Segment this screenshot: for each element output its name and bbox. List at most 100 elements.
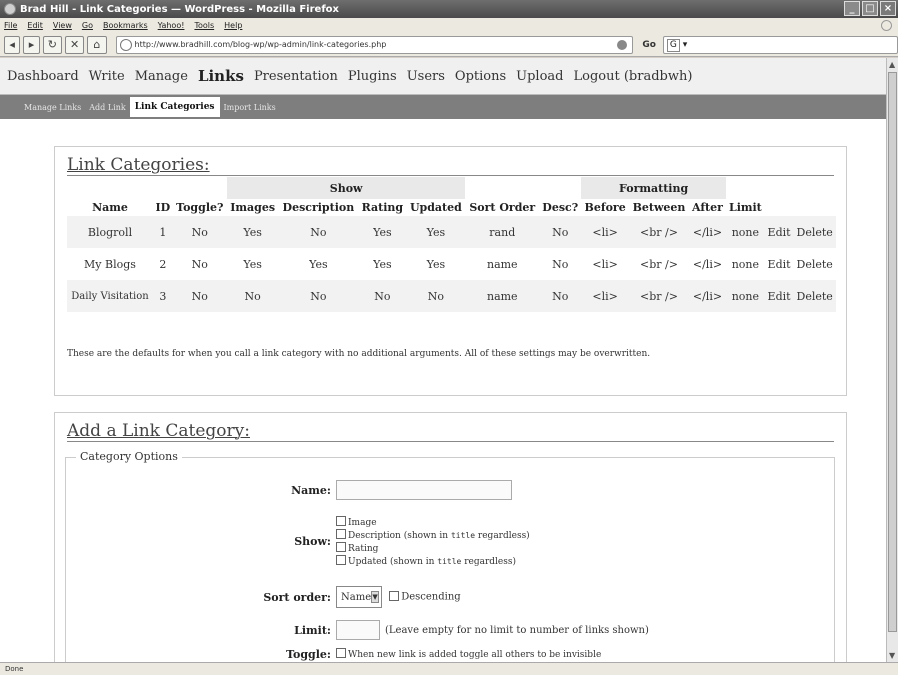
submenu-import-links[interactable]: Import Links — [220, 103, 280, 112]
edit-link[interactable]: Edit — [764, 216, 794, 248]
vertical-scrollbar[interactable]: ▲ ▼ — [886, 58, 898, 662]
show-image-checkbox[interactable] — [336, 516, 346, 526]
home-icon: ⌂ — [93, 37, 101, 51]
back-button[interactable]: ◂ — [4, 35, 21, 54]
submenu-add-link[interactable]: Add Link — [85, 103, 129, 112]
show-image-option: Image — [336, 516, 530, 529]
cell-images: Yes — [226, 216, 279, 248]
cell-id: 3 — [153, 280, 173, 312]
add-category-heading: Add a Link Category: — [67, 421, 250, 441]
show-image-label: Image — [348, 518, 377, 528]
edit-link[interactable]: Edit — [765, 248, 794, 280]
minimize-button[interactable]: _ — [844, 1, 860, 16]
edit-link[interactable]: Edit — [764, 280, 794, 312]
reload-icon: ↻ — [47, 37, 57, 51]
chevron-down-icon[interactable]: ▼ — [371, 591, 379, 603]
maximize-button[interactable]: □ — [862, 1, 878, 16]
scrollbar-thumb[interactable] — [888, 72, 897, 632]
blank-header — [67, 177, 227, 199]
col-id: ID — [155, 201, 171, 214]
show-rating-checkbox[interactable] — [336, 542, 346, 552]
cell-limit: none — [731, 257, 760, 271]
menu-users[interactable]: Users — [402, 69, 450, 84]
show-updated-checkbox[interactable] — [336, 555, 346, 565]
window-title: Brad Hill - Link Categories — WordPress … — [20, 3, 339, 15]
menu-help[interactable]: Help — [224, 21, 242, 30]
col-limit: Limit — [728, 201, 762, 214]
search-engine-icon[interactable]: G — [666, 38, 680, 52]
window-titlebar: Brad Hill - Link Categories — WordPress … — [0, 0, 898, 18]
url-text: http://www.bradhill.com/blog-wp/wp-admin… — [134, 40, 387, 49]
delete-link[interactable]: Delete — [793, 248, 836, 280]
search-engine-dropdown-icon[interactable]: ▾ — [680, 40, 688, 50]
menu-links[interactable]: Links — [193, 67, 249, 85]
show-description-checkbox[interactable] — [336, 529, 346, 539]
cell-description: No — [278, 216, 359, 248]
scroll-down-icon[interactable]: ▼ — [889, 651, 895, 660]
menu-edit[interactable]: Edit — [27, 21, 43, 30]
delete-link[interactable]: Delete — [793, 280, 836, 312]
table-row: My Blogs 2 No Yes Yes Yes Yes name No <l… — [67, 248, 836, 280]
sort-order-select[interactable]: Name ▼ — [336, 586, 382, 608]
submenu-manage-links[interactable]: Manage Links — [20, 103, 85, 112]
menu-tools[interactable]: Tools — [194, 21, 214, 30]
menu-dashboard[interactable]: Dashboard — [2, 69, 84, 84]
cell-limit: none — [725, 216, 765, 248]
show-group-header: Show — [226, 177, 466, 199]
go-arrow-icon[interactable] — [617, 39, 628, 50]
page-viewport: Dashboard Write Manage Links Presentatio… — [0, 58, 886, 662]
back-arrow-icon: ◂ — [9, 37, 15, 51]
menu-plugins[interactable]: Plugins — [343, 69, 402, 84]
scroll-up-icon[interactable]: ▲ — [889, 60, 895, 69]
show-description-label-post: regardless) — [475, 531, 530, 541]
menu-presentation[interactable]: Presentation — [249, 69, 343, 84]
menu-bookmarks[interactable]: Bookmarks — [103, 21, 148, 30]
cell-rating: Yes — [373, 257, 392, 271]
menu-go[interactable]: Go — [82, 21, 93, 30]
cell-after: </li> — [689, 280, 726, 312]
forward-arrow-icon: ▸ — [28, 37, 35, 51]
search-field[interactable]: G ▾ — [662, 35, 898, 54]
cell-desc: No — [539, 280, 582, 312]
cell-between: <br /> — [640, 257, 678, 271]
status-bar: Done — [0, 662, 898, 675]
toggle-controls: When new link is added toggle all others… — [336, 648, 601, 660]
menu-options[interactable]: Options — [450, 69, 511, 84]
url-field[interactable]: http://www.bradhill.com/blog-wp/wp-admin… — [115, 35, 634, 54]
name-input[interactable] — [336, 480, 512, 500]
col-between: Between — [632, 201, 686, 214]
throbber-icon — [881, 20, 892, 31]
close-button[interactable]: × — [880, 1, 896, 16]
stop-button[interactable]: ✕ — [65, 35, 85, 54]
limit-input[interactable] — [336, 620, 380, 640]
heading-rule — [67, 175, 834, 176]
menu-file[interactable]: File — [4, 21, 17, 30]
home-button[interactable]: ⌂ — [87, 35, 107, 54]
firefox-icon — [4, 3, 16, 15]
descending-checkbox[interactable] — [389, 590, 400, 601]
menu-write[interactable]: Write — [84, 69, 130, 84]
menu-yahoo[interactable]: Yahoo! — [158, 21, 185, 30]
menu-upload[interactable]: Upload — [511, 69, 568, 84]
toggle-checkbox[interactable] — [336, 648, 346, 658]
cell-between: <br /> — [628, 216, 690, 248]
cell-rating: No — [358, 280, 407, 312]
forward-button[interactable]: ▸ — [23, 35, 40, 54]
cell-id: 2 — [159, 257, 167, 271]
admin-menu: Dashboard Write Manage Links Presentatio… — [0, 58, 886, 95]
menu-logout[interactable]: Logout (bradbwh) — [569, 69, 698, 84]
cell-description: No — [278, 280, 359, 312]
show-options: Image Description (shown in title regard… — [336, 516, 530, 568]
show-label: Show: — [294, 535, 331, 548]
cell-updated: Yes — [406, 216, 466, 248]
cell-sort-order: name — [465, 280, 540, 312]
menu-view[interactable]: View — [53, 21, 72, 30]
submenu-link-categories[interactable]: Link Categories — [129, 97, 220, 117]
delete-link[interactable]: Delete — [793, 216, 836, 248]
cell-toggle: No — [172, 216, 227, 248]
reload-button[interactable]: ↻ — [42, 35, 62, 54]
menu-manage[interactable]: Manage — [130, 69, 193, 84]
go-button[interactable]: Go — [642, 40, 656, 50]
show-updated-option: Updated (shown in title regardless) — [336, 555, 530, 568]
category-options-legend: Category Options — [76, 450, 182, 463]
